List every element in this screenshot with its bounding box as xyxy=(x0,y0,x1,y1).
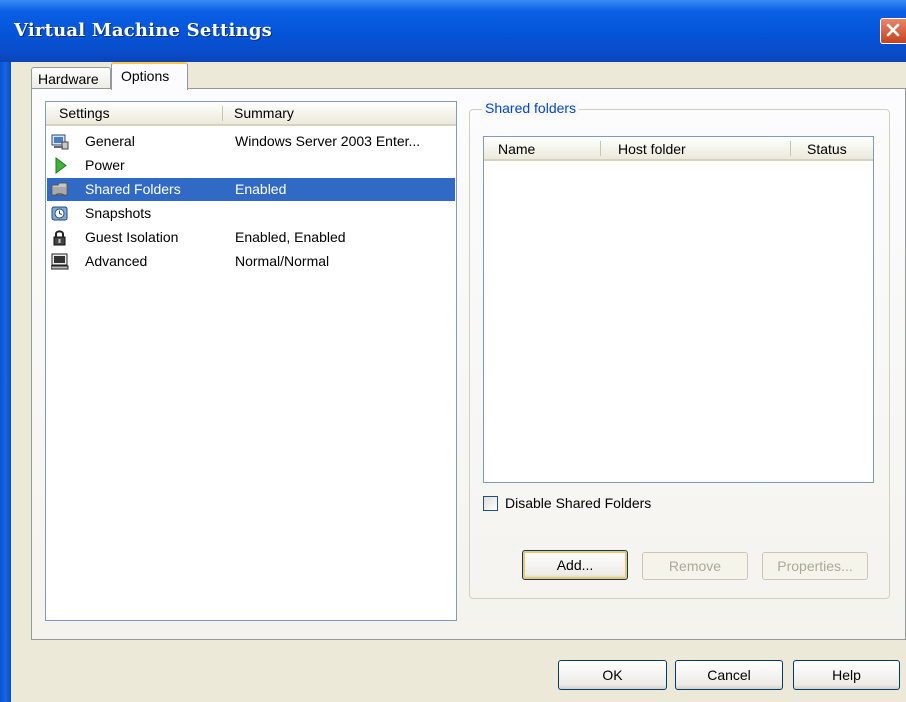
settings-list[interactable]: Settings Summary General Windows Server … xyxy=(45,101,457,621)
column-divider[interactable] xyxy=(222,106,223,121)
settings-row-snapshots[interactable]: Snapshots xyxy=(47,202,455,225)
settings-row-name: Guest Isolation xyxy=(85,229,179,245)
options-tab-panel: Settings Summary General Windows Server … xyxy=(31,88,906,640)
dialog-body: Hardware Options Settings Summary Genera… xyxy=(11,62,906,702)
column-header-settings[interactable]: Settings xyxy=(59,105,110,121)
settings-row-name: Power xyxy=(85,157,125,173)
settings-row-summary: Normal/Normal xyxy=(235,253,330,269)
settings-row-power[interactable]: Power xyxy=(47,154,455,177)
tab-hardware-label: Hardware xyxy=(38,71,99,87)
settings-list-header: Settings Summary xyxy=(46,102,456,126)
lock-icon xyxy=(53,230,66,246)
column-divider[interactable] xyxy=(600,141,601,156)
column-divider[interactable] xyxy=(790,141,791,156)
close-button[interactable] xyxy=(880,18,906,44)
settings-row-summary: Enabled xyxy=(235,181,287,197)
help-button[interactable]: Help xyxy=(793,660,900,690)
general-icon xyxy=(51,134,69,150)
settings-row-shared-folders[interactable]: Shared Folders Enabled xyxy=(47,178,455,201)
shared-folders-list-header: Name Host folder Status xyxy=(484,137,873,161)
shared-folders-group: Shared folders Name Host folder Status D… xyxy=(469,100,890,599)
close-icon xyxy=(886,23,900,37)
remove-button[interactable]: Remove xyxy=(642,552,748,580)
tab-options[interactable]: Options xyxy=(111,62,188,90)
column-header-name[interactable]: Name xyxy=(498,141,535,157)
shared-folders-list[interactable]: Name Host folder Status xyxy=(483,136,874,483)
power-icon xyxy=(55,157,67,174)
cancel-button[interactable]: Cancel xyxy=(675,660,783,690)
vm-settings-window: Virtual Machine Settings Hardware Option… xyxy=(0,0,906,702)
ok-button[interactable]: OK xyxy=(558,660,667,690)
disable-shared-folders-label: Disable Shared Folders xyxy=(505,495,652,511)
settings-row-summary: Enabled, Enabled xyxy=(235,229,346,245)
settings-row-general[interactable]: General Windows Server 2003 Enter... xyxy=(47,130,455,153)
shared-folders-group-title: Shared folders xyxy=(482,100,580,116)
window-title: Virtual Machine Settings xyxy=(14,20,272,41)
settings-row-guest-isolation[interactable]: Guest Isolation Enabled, Enabled xyxy=(47,226,455,249)
settings-row-name: Advanced xyxy=(85,253,148,269)
disable-shared-folders-checkbox[interactable] xyxy=(483,496,498,511)
column-header-summary[interactable]: Summary xyxy=(234,105,294,121)
tab-options-label: Options xyxy=(121,68,170,84)
advanced-icon xyxy=(51,253,69,270)
snapshots-icon xyxy=(51,206,68,221)
shared-folders-icon xyxy=(51,182,68,197)
title-bar[interactable]: Virtual Machine Settings xyxy=(0,0,906,62)
column-header-host-folder[interactable]: Host folder xyxy=(618,141,686,157)
tab-hardware[interactable]: Hardware xyxy=(31,67,111,89)
settings-row-advanced[interactable]: Advanced Normal/Normal xyxy=(47,250,455,273)
add-button[interactable]: Add... xyxy=(522,550,628,580)
settings-row-name: General xyxy=(85,133,135,149)
settings-row-summary: Windows Server 2003 Enter... xyxy=(235,133,421,149)
properties-button[interactable]: Properties... xyxy=(762,552,868,580)
window-frame xyxy=(0,62,11,702)
settings-row-name: Snapshots xyxy=(85,205,152,221)
settings-row-name: Shared Folders xyxy=(85,181,181,197)
column-header-status[interactable]: Status xyxy=(807,141,847,157)
